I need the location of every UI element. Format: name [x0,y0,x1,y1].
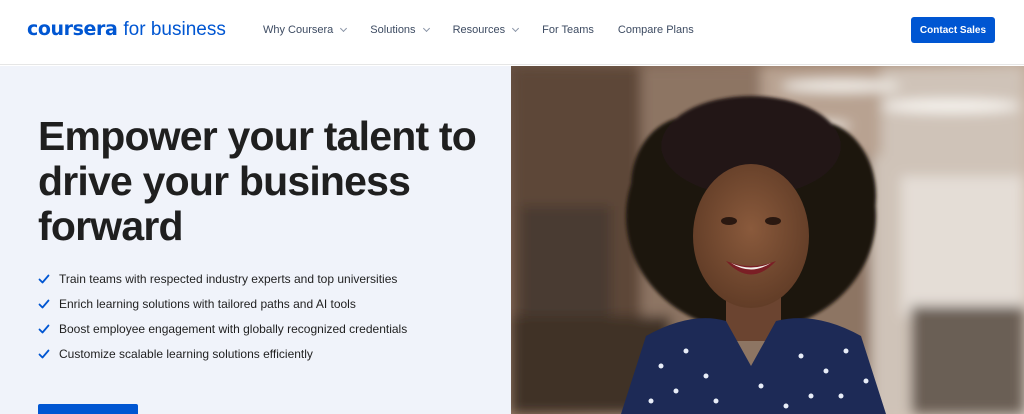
benefit-list: Train teams with respected industry expe… [38,266,407,366]
list-item: Enrich learning solutions with tailored … [38,291,407,316]
nav-label: Why Coursera [263,24,334,36]
nav-why-coursera[interactable]: Why Coursera [263,24,348,36]
check-icon [38,324,50,333]
contact-sales-button[interactable]: Contact Sales [911,17,995,43]
nav-resources[interactable]: Resources [452,24,520,36]
smiling-woman-office-photo [511,66,1024,414]
nav-for-teams[interactable]: For Teams [542,24,594,36]
nav-solutions[interactable]: Solutions [370,24,430,36]
list-item-text: Customize scalable learning solutions ef… [59,346,313,361]
logo-suffix: for business [123,19,226,40]
check-icon [38,299,50,308]
list-item-text: Train teams with respected industry expe… [59,271,398,286]
chevron-down-icon [340,24,348,33]
list-item: Boost employee engagement with globally … [38,316,407,341]
nav-label: Solutions [370,24,416,36]
hero-cta-button[interactable] [38,404,138,414]
hero-headline: Empower your talent to drive your busine… [38,113,477,249]
list-item: Customize scalable learning solutions ef… [38,341,407,366]
logo-wordmark: coursera [27,18,118,40]
list-item-text: Enrich learning solutions with tailored … [59,296,356,311]
check-icon [38,349,50,358]
chevron-down-icon [512,24,520,33]
nav-label: Resources [452,24,506,36]
list-item-text: Boost employee engagement with globally … [59,321,408,336]
check-icon [38,274,50,283]
chevron-down-icon [422,24,430,33]
nav-label: Compare Plans [617,24,694,36]
hero-content: Empower your talent to drive your busine… [0,66,511,414]
list-item: Train teams with respected industry expe… [38,266,407,291]
hero-photo [511,66,1024,414]
site-header: coursera for business Why Coursera Solut… [0,0,1024,65]
main-nav: Why Coursera Solutions Resources For Tea… [263,24,718,36]
nav-label: For Teams [542,24,594,36]
nav-compare-plans[interactable]: Compare Plans [618,24,694,36]
coursera-for-business-logo[interactable]: coursera for business [27,18,226,41]
